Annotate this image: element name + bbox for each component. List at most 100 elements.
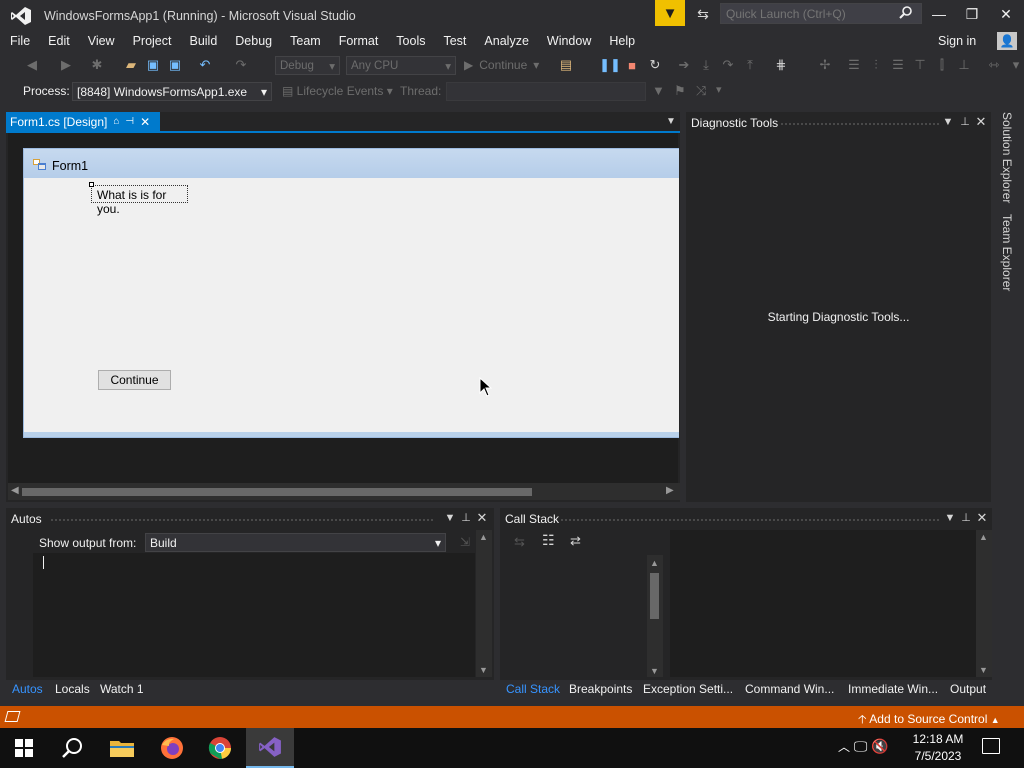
- toggle-word-wrap-icon[interactable]: ⇄: [570, 533, 581, 549]
- scrollbar-thumb[interactable]: [22, 488, 532, 496]
- tab-exception-settings[interactable]: Exception Setti...: [643, 682, 733, 696]
- step-into-icon[interactable]: ⤓: [698, 54, 714, 76]
- system-clock[interactable]: 12:18 AM 7/5/2023: [905, 731, 971, 765]
- toolbar-overflow-icon[interactable]: ▾: [1010, 54, 1022, 76]
- search-icon[interactable]: [48, 728, 96, 768]
- menu-debug[interactable]: Debug: [225, 30, 280, 52]
- undo-icon[interactable]: ↶: [196, 54, 214, 76]
- solution-platform-select[interactable]: Any CPU ▾: [346, 56, 456, 75]
- thread-select[interactable]: [446, 82, 646, 101]
- panel-menu-icon[interactable]: ▼: [941, 116, 955, 128]
- form1-title-bar[interactable]: [24, 149, 679, 178]
- align-right-icon[interactable]: ☰: [890, 54, 906, 76]
- form1-client-area[interactable]: [30, 178, 679, 432]
- tab-options-icon[interactable]: ⌂: [113, 116, 119, 127]
- pin-tab-icon[interactable]: ⊣: [125, 116, 134, 127]
- close-button[interactable]: ✕: [991, 3, 1021, 25]
- panel-grip[interactable]: [780, 122, 940, 126]
- save-icon[interactable]: ▣: [145, 54, 161, 76]
- tab-breakpoints[interactable]: Breakpoints: [569, 682, 632, 696]
- scroll-up-icon[interactable]: ▲: [979, 532, 988, 542]
- forward-icon[interactable]: ▶: [58, 54, 74, 76]
- start-icon[interactable]: [0, 728, 48, 768]
- align-top-icon[interactable]: ⊤: [912, 54, 928, 76]
- minimize-button[interactable]: —: [924, 3, 954, 25]
- panel-grip[interactable]: [560, 518, 940, 522]
- pin-icon[interactable]: ⊥: [959, 511, 973, 524]
- save-all-icon[interactable]: ▣: [166, 54, 184, 76]
- break-all-icon[interactable]: ❚❚: [599, 54, 621, 76]
- visual-studio-logo-icon[interactable]: [10, 6, 32, 26]
- back-icon[interactable]: ◀: [24, 54, 40, 76]
- action-center-icon[interactable]: [982, 738, 1000, 754]
- scrollbar-thumb[interactable]: [650, 573, 659, 619]
- chrome-icon[interactable]: [196, 728, 244, 768]
- tab-locals[interactable]: Locals: [55, 682, 90, 696]
- menu-analyze[interactable]: Analyze: [474, 30, 536, 52]
- filter-threads-icon[interactable]: ▼: [652, 83, 665, 98]
- close-tab-icon[interactable]: ✕: [140, 115, 150, 129]
- firefox-icon[interactable]: [148, 728, 196, 768]
- document-dropdown-icon[interactable]: ▼: [666, 116, 676, 127]
- tab-immediate-window[interactable]: Immediate Win...: [848, 682, 938, 696]
- show-next-statement-icon[interactable]: ➔: [676, 54, 692, 76]
- panel-menu-icon[interactable]: ▼: [943, 512, 957, 524]
- menu-help[interactable]: Help: [599, 30, 643, 52]
- hex-display-icon[interactable]: ⋕: [772, 54, 790, 76]
- menu-file[interactable]: File: [0, 30, 38, 52]
- notifications-filter-icon[interactable]: ▼: [655, 0, 685, 26]
- step-out-icon[interactable]: ⤒: [742, 54, 758, 76]
- menu-window[interactable]: Window: [537, 30, 599, 52]
- search-icon[interactable]: [899, 5, 917, 21]
- expand-callstacks-icon[interactable]: ⤨: [696, 83, 706, 99]
- feedback-icon[interactable]: ⇆: [692, 4, 714, 24]
- continue-debug-button[interactable]: ▶ Continue ▾: [464, 54, 544, 76]
- maximize-button[interactable]: ❐: [957, 3, 987, 25]
- tab-solution-explorer[interactable]: Solution Explorer: [1000, 112, 1014, 203]
- open-file-icon[interactable]: ▰: [122, 54, 140, 76]
- lifecycle-events-button[interactable]: ▤ Lifecycle Events ▾: [282, 84, 393, 98]
- chevron-up-icon[interactable]: ︿: [838, 740, 850, 754]
- align-middle-icon[interactable]: ⫿: [934, 54, 950, 76]
- call-stack-list[interactable]: [502, 553, 665, 677]
- scroll-down-icon[interactable]: ▼: [479, 665, 488, 675]
- output-scrollbar[interactable]: [976, 530, 992, 677]
- form-continue-button[interactable]: Continue: [98, 370, 171, 390]
- scroll-down-icon[interactable]: ▼: [650, 666, 659, 676]
- tab-watch-1[interactable]: Watch 1: [100, 682, 144, 696]
- panel-grip[interactable]: [50, 518, 435, 522]
- menu-format[interactable]: Format: [329, 30, 387, 52]
- pin-icon[interactable]: ⊥: [459, 511, 473, 524]
- menu-test[interactable]: Test: [433, 30, 474, 52]
- scroll-up-icon[interactable]: ▲: [650, 558, 659, 568]
- menu-team[interactable]: Team: [280, 30, 329, 52]
- lifecycle-icon[interactable]: ▤: [557, 54, 575, 76]
- form-label[interactable]: What is is for you.: [91, 185, 188, 216]
- output-content-area[interactable]: [670, 530, 976, 677]
- close-icon[interactable]: ✕: [475, 510, 489, 526]
- process-select[interactable]: [8848] WindowsFormsApp1.exe ▾: [72, 82, 272, 101]
- tab-form1-design[interactable]: Form1.cs [Design] ⌂ ⊣ ✕: [6, 112, 160, 131]
- sign-in-link[interactable]: Sign in: [938, 34, 976, 48]
- quick-launch-input[interactable]: [720, 3, 922, 24]
- scroll-right-icon[interactable]: ▶: [666, 485, 674, 496]
- restart-icon[interactable]: ↻: [646, 54, 664, 76]
- tab-autos[interactable]: Autos: [12, 682, 43, 696]
- tab-call-stack[interactable]: Call Stack: [506, 682, 560, 696]
- selection-handle[interactable]: [89, 182, 94, 187]
- avatar-icon[interactable]: 👤: [997, 32, 1017, 50]
- output-text-area[interactable]: [33, 553, 475, 677]
- clear-all-icon[interactable]: ⇆: [514, 534, 525, 550]
- step-over-icon[interactable]: ↷: [720, 54, 736, 76]
- pin-icon[interactable]: ⊥: [958, 115, 972, 128]
- menu-build[interactable]: Build: [179, 30, 225, 52]
- scroll-left-icon[interactable]: ◀: [11, 485, 19, 496]
- scroll-down-icon[interactable]: ▼: [979, 665, 988, 675]
- close-icon[interactable]: ✕: [975, 510, 989, 526]
- visual-studio-icon[interactable]: [246, 728, 294, 768]
- tab-command-window[interactable]: Command Win...: [745, 682, 834, 696]
- find-message-icon[interactable]: ⇲: [460, 535, 470, 549]
- solution-configuration-select[interactable]: Debug ▾: [275, 56, 340, 75]
- pin-source-icon[interactable]: ✢: [816, 54, 834, 76]
- new-project-icon[interactable]: ✱: [88, 54, 106, 76]
